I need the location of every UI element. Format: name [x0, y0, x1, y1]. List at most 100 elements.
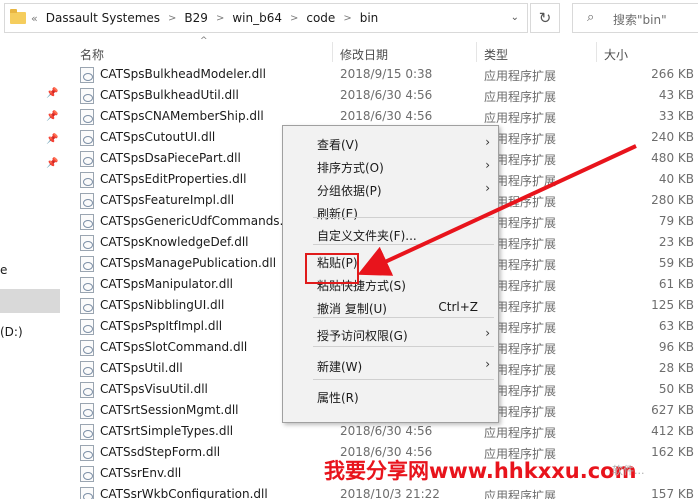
context-menu-item[interactable]: 分组依据(P) ›	[285, 178, 496, 200]
dll-file-icon	[80, 424, 94, 440]
file-date: 2018/10/3 21:22	[340, 487, 440, 499]
context-menu-item[interactable]: 查看(V) ›	[285, 132, 496, 154]
file-name: CATSpsBulkheadUtil.dll	[100, 88, 239, 102]
watermark-faint: 软件...	[612, 464, 645, 477]
dll-file-icon	[80, 361, 94, 377]
pin-icon[interactable]: 📌	[46, 88, 58, 100]
chevron-right-icon[interactable]: >	[168, 13, 176, 24]
file-size: 280 KB	[651, 193, 694, 207]
breadcrumb-item[interactable]: bin	[360, 11, 379, 25]
menu-item-label: 排序方式(O)	[317, 161, 384, 175]
file-size: 240 KB	[651, 130, 694, 144]
file-name: CATSpsSlotCommand.dll	[100, 340, 248, 354]
file-date: 2018/6/30 4:56	[340, 88, 433, 102]
context-menu-item[interactable]: 授予访问权限(G) ›	[285, 323, 496, 345]
dll-file-icon	[80, 319, 94, 335]
file-name: CATSpsManipulator.dll	[100, 277, 234, 291]
file-size: 40 KB	[658, 172, 694, 186]
submenu-arrow-icon: ›	[485, 135, 490, 149]
search-input[interactable]: ⌕ 搜索"bin"	[572, 3, 698, 33]
nav-item-label[interactable]: e	[0, 263, 7, 277]
file-type: 应用程序扩展	[484, 111, 557, 125]
menu-item-label: 刷新(E)	[317, 207, 358, 221]
pin-icon[interactable]: 📌	[46, 134, 58, 146]
submenu-arrow-icon: ›	[485, 357, 490, 371]
context-menu-item[interactable]: 自定义文件夹(F)...	[285, 223, 496, 245]
context-menu-item[interactable]: 新建(W) ›	[285, 354, 496, 376]
breadcrumb-item[interactable]: Dassault Systemes	[46, 11, 160, 25]
context-menu-item[interactable]: 刷新(E)	[285, 201, 496, 223]
dll-file-icon	[80, 151, 94, 167]
address-bar[interactable]: « Dassault Systemes > B29 > win_b64 > co…	[4, 3, 528, 33]
menu-item-shortcut: Ctrl+Z	[438, 300, 478, 314]
watermark-text: 我要分享网www.hhkxxu.com	[324, 459, 637, 483]
submenu-arrow-icon: ›	[485, 326, 490, 340]
file-size: 63 KB	[658, 319, 694, 333]
context-menu-item[interactable]: 排序方式(O) ›	[285, 155, 496, 177]
file-size: 96 KB	[658, 340, 694, 354]
file-name: CATSpsGenericUdfCommands.d	[100, 214, 291, 228]
dll-file-icon	[80, 88, 94, 104]
menu-separator	[313, 217, 494, 218]
dll-file-icon	[80, 445, 94, 461]
file-name: CATSrtSessionMgmt.dll	[100, 403, 239, 417]
file-row[interactable]: CATSpsBulkheadModeler.dll 2018/9/15 0:38 应…	[66, 64, 698, 85]
file-type: 应用程序扩展	[484, 489, 557, 499]
file-name: CATSpsUtil.dll	[100, 361, 183, 375]
file-name: CATSpsManagePublication.dll	[100, 256, 277, 270]
file-name: CATSsrEnv.dll	[100, 466, 182, 480]
menu-separator	[313, 317, 494, 318]
dll-file-icon	[80, 403, 94, 419]
pin-icon[interactable]: 📌	[46, 111, 58, 123]
chevron-right-icon[interactable]: >	[343, 13, 351, 24]
submenu-arrow-icon: ›	[485, 158, 490, 172]
column-divider[interactable]	[476, 42, 477, 62]
file-date: 2018/6/30 4:56	[340, 109, 433, 123]
dll-file-icon	[80, 214, 94, 230]
file-size: 266 KB	[651, 67, 694, 81]
nav-item-selected[interactable]	[0, 289, 60, 313]
dll-file-icon	[80, 109, 94, 125]
file-name: CATSpsCutoutUI.dll	[100, 130, 216, 144]
dll-file-icon	[80, 382, 94, 398]
breadcrumb-item[interactable]: code	[306, 11, 335, 25]
breadcrumb-item[interactable]: win_b64	[232, 11, 282, 25]
nav-item-drive[interactable]: (D:)	[0, 325, 23, 339]
chevron-down-icon[interactable]: ⌄	[511, 12, 519, 23]
paste-highlight-box	[305, 253, 359, 284]
file-name: CATSpsEditProperties.dll	[100, 172, 247, 186]
file-name: CATSpsBulkheadModeler.dll	[100, 67, 266, 81]
file-size: 627 KB	[651, 403, 694, 417]
file-row[interactable]: CATSpsBulkheadUtil.dll 2018/6/30 4:56 应用程序…	[66, 85, 698, 106]
file-size: 412 KB	[651, 424, 694, 438]
column-type[interactable]: 类型	[484, 46, 508, 63]
column-size[interactable]: 大小	[604, 46, 628, 63]
pin-icon[interactable]: 📌	[46, 158, 58, 170]
breadcrumb-overflow[interactable]: «	[31, 12, 38, 25]
menu-separator	[313, 346, 494, 347]
column-name[interactable]: 名称	[80, 46, 104, 63]
dll-file-icon	[80, 235, 94, 251]
file-row[interactable]: CATSsrWkbConfiguration.dll 2018/10/3 21:2…	[66, 484, 698, 499]
dll-file-icon	[80, 256, 94, 272]
context-menu-item[interactable]: 撤消 复制(U) Ctrl+Z	[285, 296, 496, 318]
dll-file-icon	[80, 193, 94, 209]
file-date: 2018/9/15 0:38	[340, 67, 433, 81]
file-size: 125 KB	[651, 298, 694, 312]
column-divider[interactable]	[596, 42, 597, 62]
menu-separator	[313, 379, 494, 380]
file-row[interactable]: CATSpsCNAMemberShip.dll 2018/6/30 4:56 应用程…	[66, 106, 698, 127]
column-date[interactable]: 修改日期	[340, 46, 388, 63]
chevron-right-icon[interactable]: >	[290, 13, 298, 24]
refresh-button[interactable]: ↻	[530, 3, 560, 33]
breadcrumb-item[interactable]: B29	[184, 11, 208, 25]
file-size: 157 KB	[651, 487, 694, 499]
file-row[interactable]: CATSrtSimpleTypes.dll 2018/6/30 4:56 应用程序扩…	[66, 421, 698, 442]
file-size: 79 KB	[658, 214, 694, 228]
chevron-right-icon[interactable]: >	[216, 13, 224, 24]
file-size: 61 KB	[658, 277, 694, 291]
column-divider[interactable]	[332, 42, 333, 62]
menu-item-label: 查看(V)	[317, 138, 359, 152]
context-menu-item[interactable]: 属性(R)	[285, 385, 496, 407]
file-name: CATSpsKnowledgeDef.dll	[100, 235, 249, 249]
